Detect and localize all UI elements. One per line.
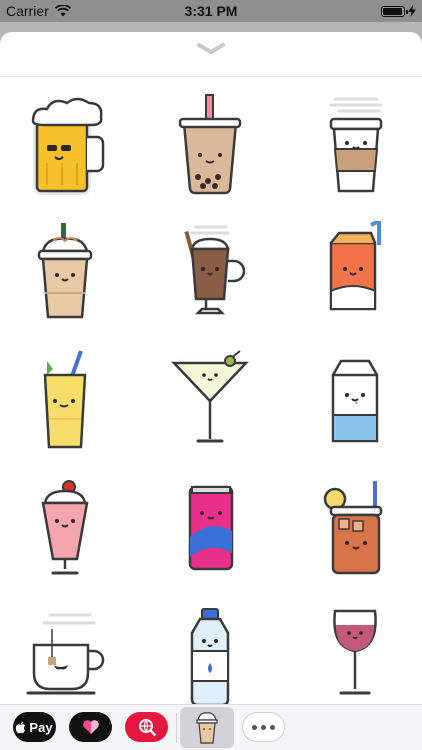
collapse-handle[interactable] <box>191 42 231 66</box>
battery-icon <box>381 5 408 17</box>
bubble-tea-sticker[interactable] <box>160 90 260 200</box>
web-search-app[interactable] <box>125 712 168 742</box>
apple-pay-app[interactable]: Pay <box>13 712 56 742</box>
soda-can-sticker[interactable] <box>160 474 260 584</box>
more-apps-button[interactable] <box>242 712 285 742</box>
status-right <box>381 5 416 17</box>
drawer-separator <box>176 713 177 743</box>
coffee-cup-sticker[interactable] <box>305 90 405 200</box>
apple-pay-label: Pay <box>29 719 53 735</box>
beer-mug-sticker[interactable] <box>15 90 115 200</box>
martini-sticker[interactable] <box>160 346 260 456</box>
sticker-sheet: Pay <box>0 32 422 750</box>
chevron-down-icon <box>197 43 225 55</box>
milkshake-sticker[interactable] <box>15 474 115 584</box>
sheet-divider <box>0 76 422 77</box>
more-icon <box>252 724 257 730</box>
heart-app[interactable] <box>69 712 112 742</box>
globe-search-icon <box>138 719 156 736</box>
status-time: 3:31 PM <box>184 3 238 19</box>
heart-icon <box>82 720 99 734</box>
lemonade-sticker[interactable] <box>15 346 115 456</box>
tea-cup-sticker[interactable] <box>15 602 115 712</box>
status-bar: Carrier 3:31 PM <box>0 0 422 22</box>
sticker-pack-app-selected[interactable] <box>180 707 234 748</box>
frappuccino-app-icon <box>196 711 218 744</box>
iced-tea-jar-sticker[interactable] <box>305 474 405 584</box>
frappuccino-sticker[interactable] <box>15 218 115 328</box>
juice-box-sticker[interactable] <box>305 218 405 328</box>
wine-glass-sticker[interactable] <box>305 602 405 712</box>
milk-carton-sticker[interactable] <box>305 346 405 456</box>
app-drawer: Pay <box>0 704 422 750</box>
apple-icon <box>16 721 26 733</box>
water-bottle-sticker[interactable] <box>160 602 260 712</box>
charging-bolt-icon <box>408 5 416 17</box>
hot-chocolate-sticker[interactable] <box>160 218 260 328</box>
